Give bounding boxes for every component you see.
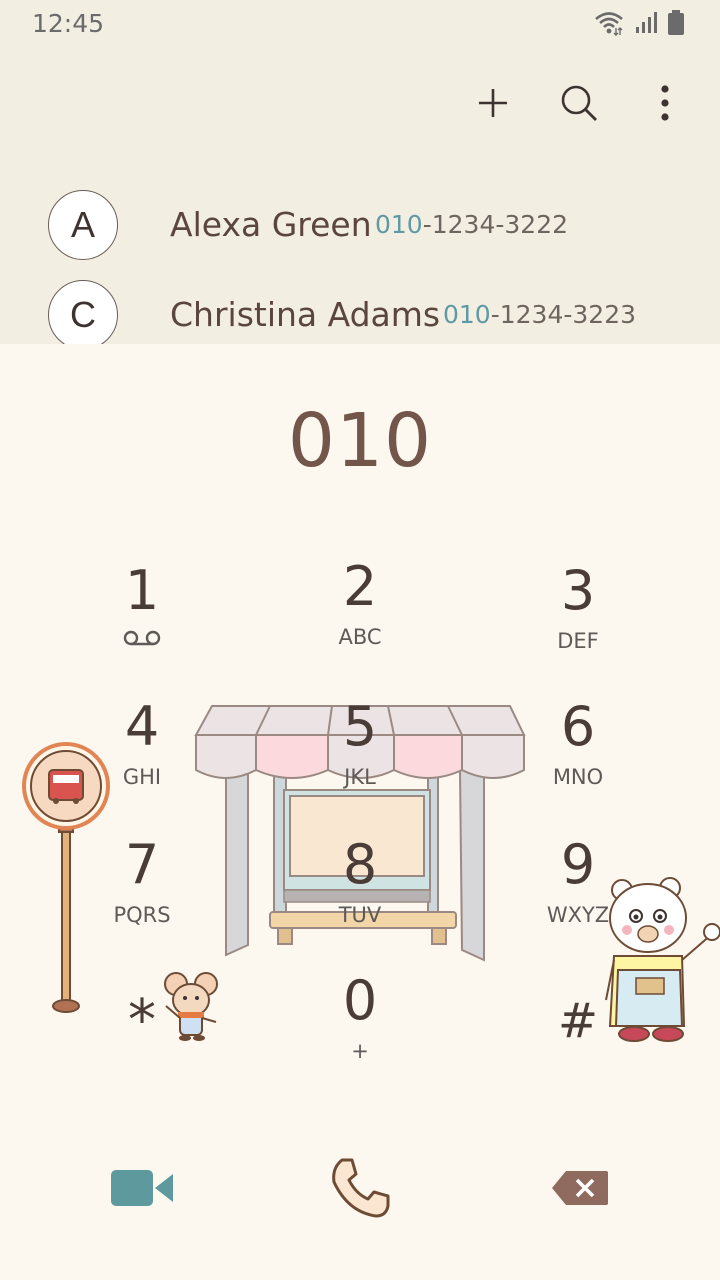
key-digit: 7 xyxy=(124,833,160,896)
key-letters: JKL xyxy=(344,765,376,789)
key-letters: PQRS xyxy=(113,903,171,927)
video-call-icon xyxy=(111,1170,173,1206)
key-digit: 4 xyxy=(124,695,160,758)
key-7[interactable]: 7 PQRS xyxy=(42,834,242,944)
key-3[interactable]: 3 DEF xyxy=(478,560,678,670)
key-digit: 5 xyxy=(342,695,378,758)
key-4[interactable]: 4 GHI xyxy=(42,696,242,806)
key-digit: * xyxy=(128,988,156,1053)
key-9[interactable]: 9 WXYZ xyxy=(478,834,678,944)
key-digit: # xyxy=(557,993,599,1049)
key-1[interactable]: 1 xyxy=(42,560,242,670)
key-8[interactable]: 8 TUV xyxy=(260,834,460,944)
key-letters: + xyxy=(351,1039,369,1063)
key-letters: TUV xyxy=(338,903,382,927)
key-letters: MNO xyxy=(552,765,604,789)
key-digit: 0 xyxy=(342,969,378,1032)
key-letters: DEF xyxy=(557,629,599,653)
backspace-icon xyxy=(552,1171,608,1205)
key-digit: 8 xyxy=(342,833,378,896)
key-digit: 3 xyxy=(560,559,596,622)
key-6[interactable]: 6 MNO xyxy=(478,696,678,806)
key-letters: GHI xyxy=(122,765,162,789)
key-star[interactable]: * xyxy=(42,990,242,1100)
key-letters: WXYZ xyxy=(546,903,610,927)
key-digit: 1 xyxy=(124,559,160,622)
voicemail-icon xyxy=(42,628,242,654)
call-button[interactable] xyxy=(320,1148,400,1228)
key-digit: 2 xyxy=(342,555,378,618)
video-call-button[interactable] xyxy=(102,1148,182,1228)
phone-icon xyxy=(332,1158,390,1218)
key-0[interactable]: 0 + xyxy=(260,970,460,1080)
key-2[interactable]: 2 ABC xyxy=(260,556,460,666)
key-digit: 9 xyxy=(560,833,596,896)
key-hash[interactable]: # xyxy=(478,990,678,1100)
key-letters: ABC xyxy=(338,625,382,649)
delete-button[interactable] xyxy=(540,1148,620,1228)
key-digit: 6 xyxy=(560,695,596,758)
key-5[interactable]: 5 JKL xyxy=(260,696,460,806)
